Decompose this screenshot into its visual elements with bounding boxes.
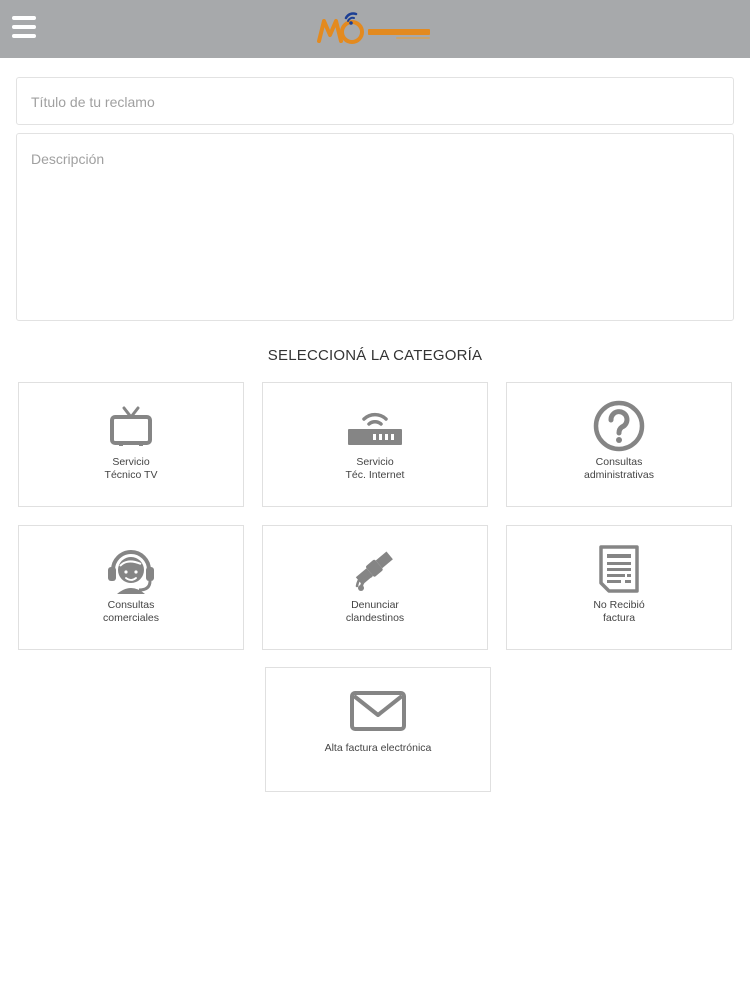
- category-label: No Recibió factura: [593, 599, 645, 624]
- envelope-icon: [348, 684, 408, 738]
- complaint-title-input[interactable]: [17, 78, 733, 124]
- category-card-report-illegal[interactable]: Denunciar clandestinos: [262, 525, 488, 650]
- complaint-description-input[interactable]: [17, 134, 733, 320]
- complaint-title-field[interactable]: [16, 77, 734, 125]
- brand-logo[interactable]: [316, 7, 436, 49]
- headset-agent-icon: [101, 542, 161, 596]
- category-label: Denunciar clandestinos: [345, 599, 405, 624]
- router-icon: [345, 399, 405, 453]
- satellite-icon: [345, 542, 405, 596]
- category-label: Consultas administrativas: [583, 456, 655, 481]
- category-card-commercial-inquiries[interactable]: Consultas comerciales: [18, 525, 244, 650]
- tv-icon: [101, 399, 161, 453]
- category-label: Alta factura electrónica: [324, 742, 432, 754]
- category-card-electronic-invoice[interactable]: Alta factura electrónica: [265, 667, 491, 792]
- category-card-invoice-not-received[interactable]: No Recibió factura: [506, 525, 732, 650]
- category-card-tv-service[interactable]: Servicio Técnico TV: [18, 382, 244, 507]
- complaint-description-field[interactable]: [16, 133, 734, 321]
- category-card-admin-inquiries[interactable]: Consultas administrativas: [506, 382, 732, 507]
- question-icon: [589, 399, 649, 453]
- logo-icon: [317, 12, 430, 44]
- app-header: [0, 0, 750, 58]
- category-label: Servicio Técnico TV: [104, 456, 158, 481]
- category-card-internet-service[interactable]: Servicio Téc. Internet: [262, 382, 488, 507]
- category-heading: SELECCIONÁ LA CATEGORÍA: [267, 347, 483, 364]
- category-label: Servicio Téc. Internet: [345, 456, 405, 481]
- category-label: Consultas comerciales: [102, 599, 160, 624]
- invoice-document-icon: [589, 542, 649, 596]
- hamburger-menu-icon[interactable]: [12, 16, 36, 38]
